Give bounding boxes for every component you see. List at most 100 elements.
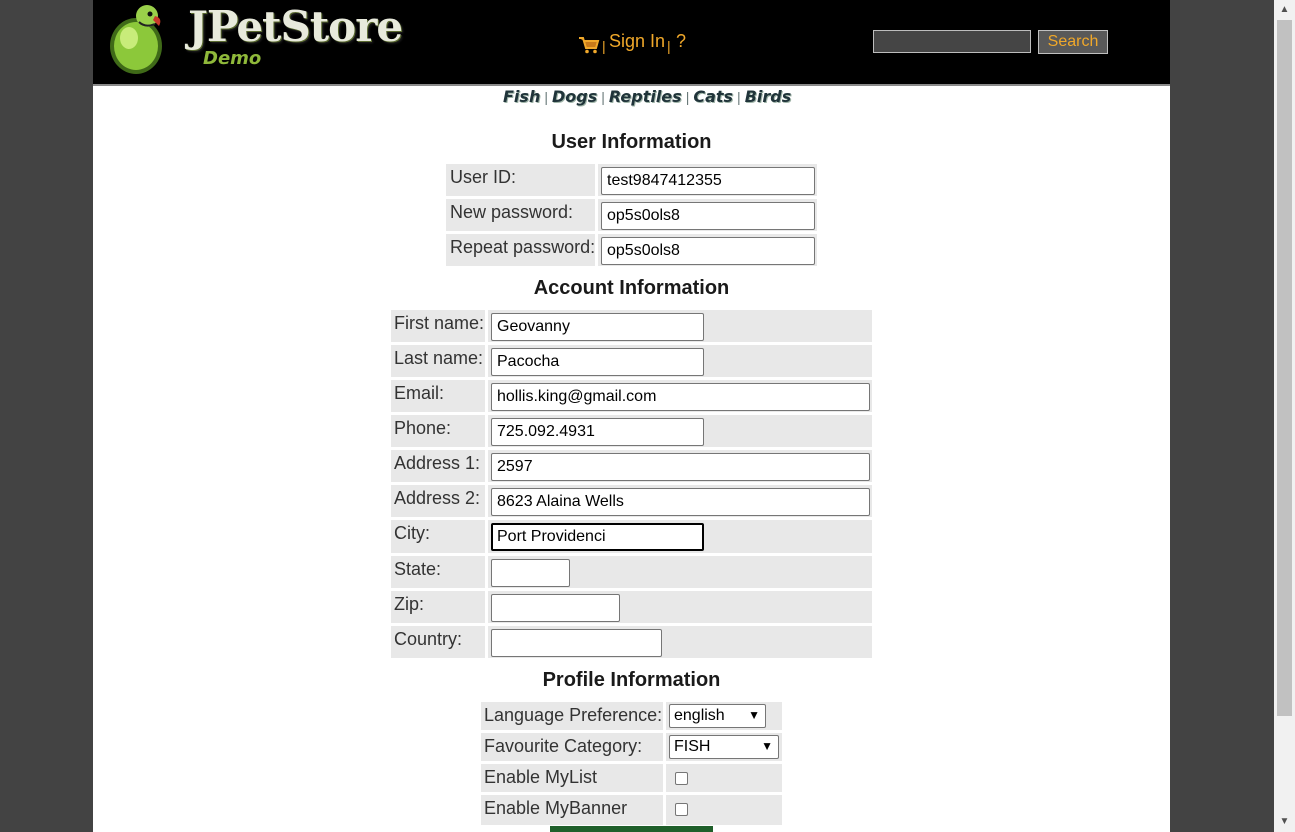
header: JPetStore Demo | Sign In | ? Search <box>93 0 1170 86</box>
address1-label: Address 1: <box>394 453 481 473</box>
language-preference-value: english <box>674 707 725 724</box>
chevron-down-icon: ▼ <box>761 739 773 753</box>
zip-label-cell: Zip: <box>391 591 485 623</box>
last-name-input[interactable] <box>491 348 704 376</box>
first-name-input-cell <box>488 310 872 342</box>
cart-icon[interactable] <box>578 36 600 54</box>
country-label: Country: <box>394 629 463 649</box>
country-input-cell <box>488 626 872 658</box>
enable-mylist-label: Enable MyList <box>484 767 598 787</box>
quicklink-separator: | <box>737 89 741 105</box>
city-label-cell: City: <box>391 520 485 553</box>
quicklink-separator: | <box>544 89 548 105</box>
save-account-button[interactable] <box>550 826 713 832</box>
quicklink-separator: | <box>685 89 690 105</box>
search-input[interactable] <box>873 30 1031 53</box>
state-input-cell <box>488 556 872 588</box>
address2-input-cell <box>488 485 872 517</box>
category-quicklinks: Fish | Dogs | Reptiles | Cats | Birds <box>503 87 791 111</box>
phone-input[interactable] <box>491 418 704 446</box>
repeat-password-input-cell <box>598 234 817 266</box>
address2-label: Address 2: <box>394 488 481 508</box>
account-information-heading: Account Information <box>533 277 730 299</box>
help-link[interactable]: ? <box>676 31 686 52</box>
user-id-label: User ID: <box>450 167 517 187</box>
city-label: City: <box>394 523 430 543</box>
language-select-cell: english ▼ <box>666 702 782 730</box>
user-id-input[interactable] <box>601 167 815 195</box>
category-link-dogs[interactable]: Dogs <box>552 87 597 106</box>
country-label-cell: Country: <box>391 626 485 658</box>
email-input[interactable] <box>491 383 870 411</box>
city-input[interactable] <box>491 523 704 551</box>
new-password-input[interactable] <box>601 202 815 230</box>
enable-mybanner-checkbox[interactable] <box>675 803 688 816</box>
mybanner-label-cell: Enable MyBanner <box>481 795 663 825</box>
country-input[interactable] <box>491 629 662 657</box>
state-label: State: <box>394 559 442 579</box>
profile-information-heading: Profile Information <box>542 669 721 691</box>
mylist-checkbox-cell <box>666 764 782 792</box>
repeat-password-label-cell: Repeat password: <box>446 234 595 266</box>
sign-in-link[interactable]: Sign In <box>609 31 665 52</box>
new-password-input-cell <box>598 199 817 231</box>
email-label: Email: <box>394 383 445 403</box>
logo-subtitle: Demo <box>203 48 262 69</box>
parrot-logo-icon <box>110 5 162 74</box>
language-preference-select[interactable]: english ▼ <box>669 704 766 728</box>
logo-title: JPetStore <box>188 2 403 51</box>
mybanner-checkbox-cell <box>666 795 782 825</box>
state-label-cell: State: <box>391 556 485 588</box>
user-information-heading: User Information <box>551 131 712 153</box>
category-link-birds[interactable]: Birds <box>745 87 792 106</box>
new-password-label-cell: New password: <box>446 199 595 231</box>
first-name-label: First name: <box>394 313 485 333</box>
user-id-input-cell <box>598 164 817 196</box>
favourite-category-label: Favourite Category: <box>484 736 643 756</box>
language-label-cell: Language Preference: <box>481 702 663 730</box>
new-password-label: New password: <box>450 202 574 222</box>
phone-label-cell: Phone: <box>391 415 485 447</box>
quicklink-separator: | <box>601 89 605 105</box>
menu-separator: | <box>602 38 606 54</box>
language-preference-label: Language Preference: <box>484 705 663 725</box>
scroll-up-arrow-icon[interactable]: ▲ <box>1274 2 1295 18</box>
phone-label: Phone: <box>394 418 452 438</box>
address1-input-cell <box>488 450 872 482</box>
enable-mybanner-label: Enable MyBanner <box>484 798 628 818</box>
category-label-cell: Favourite Category: <box>481 733 663 761</box>
city-input-cell <box>488 520 872 553</box>
email-label-cell: Email: <box>391 380 485 412</box>
category-link-reptiles[interactable]: Reptiles <box>609 87 682 106</box>
category-link-cats[interactable]: Cats <box>693 87 733 106</box>
menu-separator: | <box>667 38 671 54</box>
state-input[interactable] <box>491 559 570 587</box>
favourite-category-select[interactable]: FISH ▼ <box>669 735 779 759</box>
enable-mylist-checkbox[interactable] <box>675 772 688 785</box>
address1-input[interactable] <box>491 453 870 481</box>
scroll-down-arrow-icon[interactable]: ▼ <box>1274 814 1295 830</box>
zip-input[interactable] <box>491 594 620 622</box>
scrollbar-thumb[interactable] <box>1277 20 1292 716</box>
logo[interactable]: JPetStore Demo <box>103 2 403 78</box>
page-scrollbar[interactable]: ▲ ▼ <box>1274 0 1295 832</box>
page: JPetStore Demo | Sign In | ? Search Fish… <box>93 0 1170 832</box>
phone-input-cell <box>488 415 872 447</box>
first-name-input[interactable] <box>491 313 704 341</box>
last-name-input-cell <box>488 345 872 377</box>
last-name-label-cell: Last name: <box>391 345 485 377</box>
zip-label: Zip: <box>394 594 425 614</box>
user-id-label-cell: User ID: <box>446 164 595 196</box>
zip-input-cell <box>488 591 872 623</box>
repeat-password-label: Repeat password: <box>450 237 596 257</box>
first-name-label-cell: First name: <box>391 310 485 342</box>
email-input-cell <box>488 380 872 412</box>
mylist-label-cell: Enable MyList <box>481 764 663 792</box>
repeat-password-input[interactable] <box>601 237 815 265</box>
address2-label-cell: Address 2: <box>391 485 485 517</box>
chevron-down-icon: ▼ <box>748 708 760 722</box>
favourite-category-value: FISH <box>674 738 711 755</box>
address2-input[interactable] <box>491 488 870 516</box>
category-link-fish[interactable]: Fish <box>503 87 540 106</box>
search-button[interactable]: Search <box>1038 30 1108 54</box>
